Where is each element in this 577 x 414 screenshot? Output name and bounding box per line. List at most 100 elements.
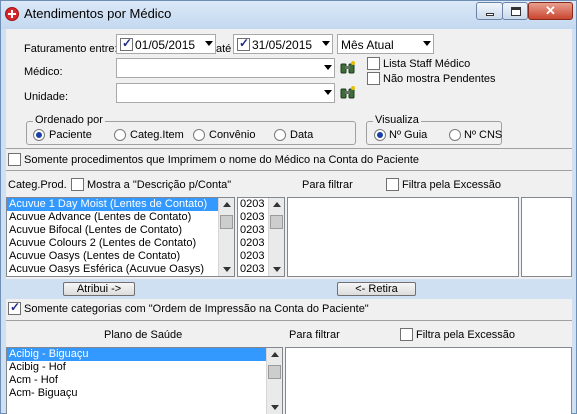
plano-saude-list[interactable]: Acibig - Biguaçu Acibig - Hof Acm - Hof … (6, 347, 283, 414)
list-item[interactable]: Acm- Biguaçu (7, 387, 282, 400)
list-item[interactable]: Acuvue Colours 2 (Lentes de Contato) (7, 237, 234, 250)
scroll-down-icon[interactable] (223, 267, 231, 272)
chevron-down-icon[interactable] (324, 65, 332, 70)
atribui-button[interactable]: Atribui -> (63, 282, 135, 296)
scroll-thumb[interactable] (268, 365, 281, 379)
close-icon: ✕ (545, 3, 556, 18)
ordenado-data-radio[interactable] (274, 129, 286, 141)
list-item[interactable]: Acuvue Oasys (Lentes de Contato) (7, 250, 234, 263)
categ-list-scrollbar[interactable] (218, 198, 234, 276)
title-bar[interactable]: Atendimentos por Médico ✕ (1, 1, 576, 29)
maximize-button[interactable] (502, 2, 528, 20)
visualiza-group: Visualiza Nº Guia Nº CNS (366, 114, 502, 145)
list-item[interactable]: Acm - Hof (7, 374, 282, 387)
categ-filtra-excecao-label: Filtra pela Excessão (402, 179, 502, 191)
plano-list-scrollbar[interactable] (266, 348, 282, 414)
ordenado-paciente-label: Paciente (49, 129, 92, 141)
minimize-icon (486, 13, 494, 16)
list-item-label: Acuvue 1 Day Moist (Lentes de Contato) (9, 198, 208, 210)
scroll-up-icon[interactable] (271, 352, 279, 357)
close-button[interactable]: ✕ (528, 2, 573, 20)
transfer-buttons-bar: Atribui -> <- Retira (6, 279, 572, 299)
list-item[interactable]: Acuvue 1 Day Moist (Lentes de Contato) (7, 198, 234, 211)
list-item[interactable]: Acuvue Advance (Lentes de Contato) (7, 211, 234, 224)
scroll-up-icon[interactable] (223, 202, 231, 207)
code-list-scrollbar[interactable] (268, 198, 284, 276)
somente-procedimentos-checkbox[interactable] (8, 153, 21, 166)
scroll-thumb[interactable] (270, 215, 283, 229)
list-item[interactable]: Acuvue Oasys Esférica (Acuvue Oasys) (7, 263, 234, 276)
medico-select[interactable] (116, 58, 335, 78)
list-item-label: Acuvue Oasys Esférica (Acuvue Oasys) (9, 263, 205, 275)
visualiza-legend: Visualiza (373, 114, 421, 126)
scroll-thumb[interactable] (220, 215, 233, 229)
list-item-label: Acibig - Biguaçu (9, 348, 89, 360)
ordenado-paciente-radio[interactable] (33, 129, 45, 141)
period-select[interactable]: Mês Atual (337, 34, 434, 54)
date-to-value: 31/05/2015 (252, 38, 313, 52)
ordenado-convenio-label: Convênio (209, 129, 256, 141)
unidade-label: Unidade: (24, 91, 69, 103)
nao-mostra-pendentes-label: Não mostra Pendentes (383, 73, 496, 85)
lista-staff-checkbox[interactable] (367, 57, 380, 70)
retira-button[interactable]: <- Retira (337, 282, 416, 296)
separator (6, 320, 572, 321)
medico-label: Médico: (24, 66, 63, 78)
ordenado-convenio-radio[interactable] (193, 129, 205, 141)
chevron-down-icon[interactable] (322, 41, 330, 46)
date-to-picker[interactable]: 31/05/2015 (233, 34, 333, 54)
scroll-down-icon[interactable] (271, 405, 279, 410)
date-to-checkbox[interactable] (237, 36, 250, 51)
chevron-down-icon[interactable] (423, 41, 431, 46)
chevron-down-icon[interactable] (205, 41, 213, 46)
plano-filtra-excecao-checkbox[interactable] (400, 328, 413, 341)
lista-staff-label: Lista Staff Médico (383, 58, 471, 70)
list-item-code: 0203 (240, 250, 265, 262)
list-item-label: Acm - Hof (9, 374, 58, 386)
somente-procedimentos-label: Somente procedimentos que Imprimem o nom… (24, 154, 419, 166)
categ-code-list[interactable]: 0203 0203 0203 0203 0203 0203 (237, 197, 285, 277)
visualiza-cns-radio[interactable] (449, 129, 461, 141)
period-select-value: Mês Atual (341, 38, 394, 52)
categ-filter-list[interactable] (287, 197, 519, 277)
binoculars-icon[interactable] (340, 84, 356, 100)
scroll-down-icon[interactable] (273, 267, 281, 272)
plano-para-filtrar-label: Para filtrar (289, 329, 340, 341)
date-from-value: 01/05/2015 (135, 38, 196, 52)
categ-filtra-excecao-checkbox[interactable] (386, 178, 399, 191)
window-title: Atendimentos por Médico (24, 6, 172, 21)
date-from-checkbox[interactable] (120, 36, 133, 51)
plano-saude-label: Plano de Saúde (104, 329, 183, 341)
categ-filter-code-list[interactable] (521, 197, 572, 277)
chevron-down-icon[interactable] (324, 90, 332, 95)
categ-product-list[interactable]: Acuvue 1 Day Moist (Lentes de Contato) A… (6, 197, 235, 277)
separator (6, 170, 572, 171)
ordenado-categ-item-label: Categ.Item (130, 129, 184, 141)
ordenado-por-legend: Ordenado por (33, 114, 105, 126)
minimize-button[interactable] (476, 2, 503, 20)
list-item-label: Acuvue Bifocal (Lentes de Contato) (9, 224, 183, 236)
list-item-label: Acibig - Hof (9, 361, 66, 373)
list-item[interactable]: Acibig - Hof (7, 361, 282, 374)
mostra-descricao-checkbox[interactable] (71, 178, 84, 191)
ordenado-por-group: Ordenado por Paciente Categ.Item Convêni… (26, 114, 356, 145)
main-window: Atendimentos por Médico ✕ Faturamento en… (0, 0, 577, 414)
ordenado-categ-item-radio[interactable] (114, 129, 126, 141)
list-item-label: Acuvue Oasys (Lentes de Contato) (9, 250, 181, 262)
app-icon (5, 7, 19, 21)
unidade-select[interactable] (116, 83, 335, 103)
scroll-up-icon[interactable] (273, 202, 281, 207)
binoculars-icon[interactable] (340, 59, 356, 75)
list-item[interactable]: Acibig - Biguaçu (7, 348, 282, 361)
plano-filter-list[interactable] (285, 347, 572, 414)
separator (6, 148, 572, 149)
list-item[interactable]: Acuvue Bifocal (Lentes de Contato) (7, 224, 234, 237)
somente-categorias-checkbox[interactable] (8, 300, 21, 315)
list-item-code: 0203 (240, 224, 265, 236)
somente-categorias-label: Somente categorias com "Ordem de Impress… (24, 303, 369, 315)
nao-mostra-pendentes-checkbox[interactable] (367, 72, 380, 85)
list-item-code: 0203 (240, 263, 265, 275)
maximize-icon (511, 7, 521, 16)
date-from-picker[interactable]: 01/05/2015 (116, 34, 216, 54)
visualiza-guia-radio[interactable] (374, 129, 386, 141)
